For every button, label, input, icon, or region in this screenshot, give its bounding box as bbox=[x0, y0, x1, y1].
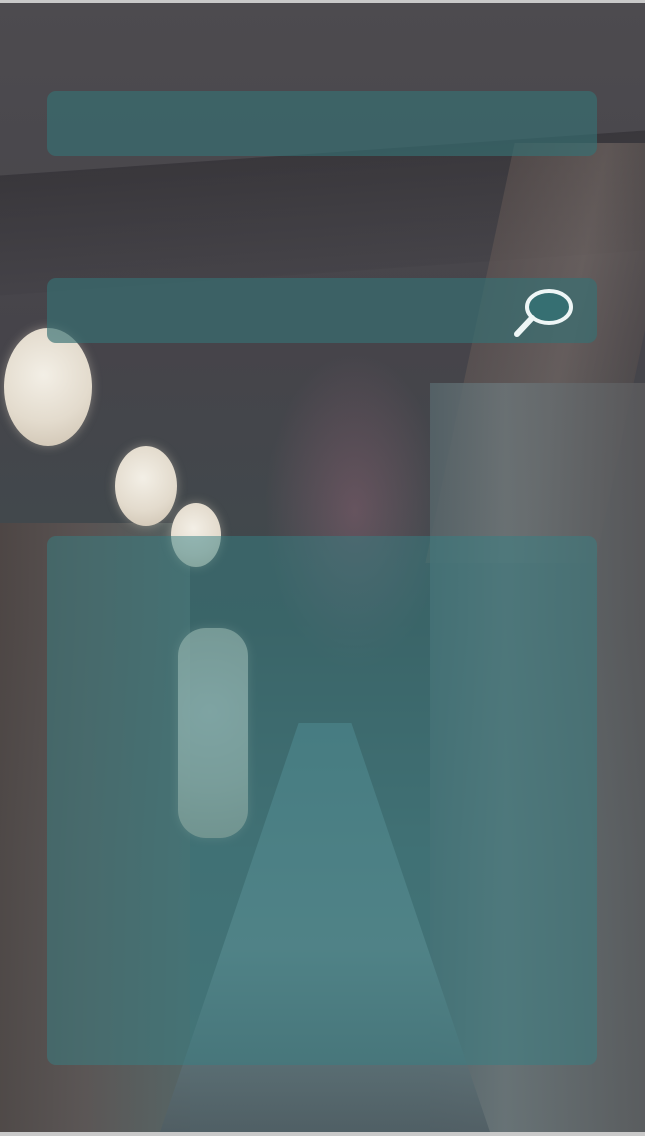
search-input[interactable] bbox=[65, 288, 509, 335]
content-panel bbox=[47, 536, 597, 1065]
bottom-edge bbox=[0, 1132, 645, 1136]
lantern-1 bbox=[4, 328, 92, 446]
search-bar bbox=[47, 278, 597, 343]
lantern-2 bbox=[115, 446, 177, 526]
search-icon[interactable] bbox=[509, 284, 579, 340]
top-panel bbox=[47, 91, 597, 156]
